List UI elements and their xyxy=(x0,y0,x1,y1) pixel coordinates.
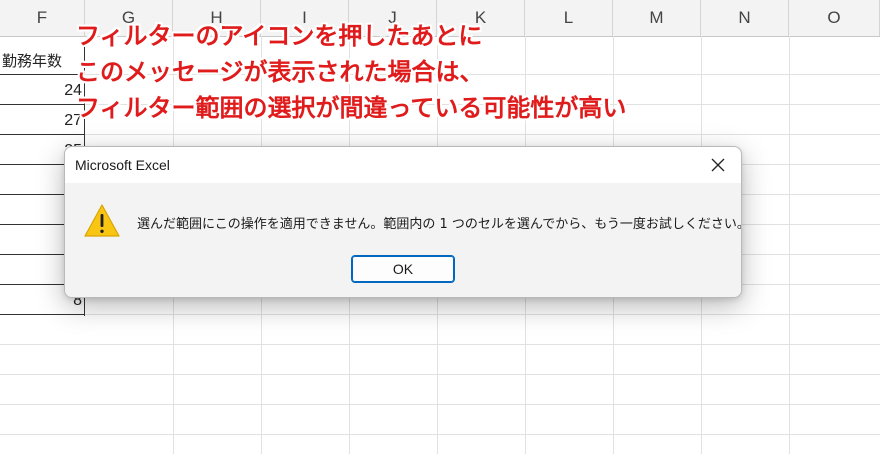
table-cell[interactable]: 24 xyxy=(0,82,82,100)
table-cell[interactable]: 27 xyxy=(0,112,82,130)
annotation-line: このメッセージが表示された場合は、 xyxy=(76,58,484,86)
annotation-text: フィルターのアイコンを押したあとに このメッセージが表示された場合は、 フィルタ… xyxy=(76,18,796,126)
dialog-body: 選んだ範囲にこの操作を適用できません。範囲内の 1 つのセルを選んでから、もう一… xyxy=(65,183,741,297)
close-icon xyxy=(711,157,725,176)
gridline xyxy=(0,374,880,375)
gridline xyxy=(0,404,880,405)
dialog-title: Microsoft Excel xyxy=(75,157,170,173)
gridline xyxy=(0,434,880,435)
ok-button[interactable]: OK xyxy=(351,255,455,283)
column-header-f[interactable]: F xyxy=(0,0,85,36)
annotation-line: フィルターのアイコンを押したあとに xyxy=(76,22,483,50)
gridline xyxy=(0,134,880,135)
table-border xyxy=(0,104,85,105)
dialog-titlebar[interactable]: Microsoft Excel xyxy=(65,147,741,183)
annotation-line: フィルター範囲の選択が間違っている可能性が高い xyxy=(76,94,627,122)
gridline xyxy=(0,344,880,345)
gridline xyxy=(0,314,880,315)
error-dialog: Microsoft Excel 選んだ範囲にこの操作を適用できません。範囲内の … xyxy=(64,146,742,298)
close-button[interactable] xyxy=(705,153,731,179)
table-border xyxy=(0,314,85,315)
table-border xyxy=(0,74,85,75)
column-header-o[interactable]: O xyxy=(789,0,880,36)
cell-header-tenure[interactable]: 勤務年数 xyxy=(2,50,84,71)
table-border xyxy=(0,134,85,135)
dialog-message: 選んだ範囲にこの操作を適用できません。範囲内の 1 つのセルを選んでから、もう一… xyxy=(137,217,742,232)
warning-icon xyxy=(83,203,121,239)
